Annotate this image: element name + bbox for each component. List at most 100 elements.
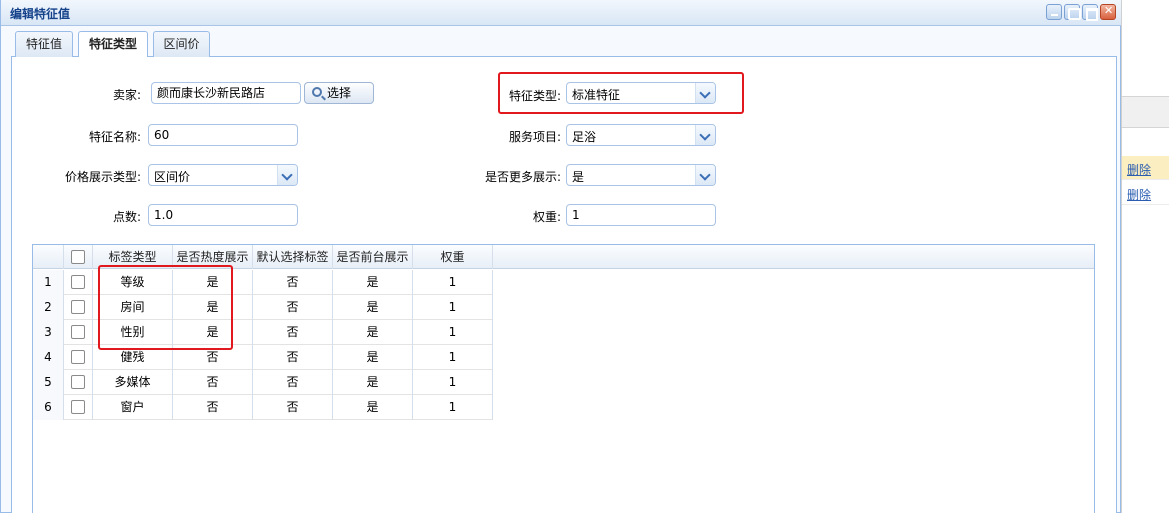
background-list: 删除 删除 — [1121, 0, 1169, 513]
row-number: 4 — [33, 345, 64, 370]
price-display-select[interactable]: 区间价 — [148, 164, 298, 186]
column-header[interactable]: 权重 — [413, 245, 493, 269]
more-display-label: 是否更多展示: — [484, 170, 561, 184]
row-checkbox[interactable] — [71, 324, 85, 339]
price-display-value: 区间价 — [154, 170, 191, 184]
row-number: 1 — [33, 270, 64, 295]
row-select-cell — [64, 295, 93, 320]
tab-strip: 特征值 特征类型 区间价 — [11, 29, 1117, 58]
minimize-icon[interactable] — [1046, 4, 1062, 20]
front-display-cell: 是 — [333, 345, 413, 370]
weight-field[interactable]: 1 — [566, 204, 716, 226]
search-icon — [312, 87, 322, 97]
weight-cell: 1 — [413, 295, 493, 320]
tag-grid: 标签类型 是否热度展示 默认选择标签 是否前台展示 权重 1 等级是否是 1 2 房间是… — [32, 244, 1095, 513]
default-select-cell: 否 — [253, 395, 333, 420]
row-select-cell — [64, 320, 93, 345]
hot-display-cell: 否 — [173, 370, 253, 395]
default-select-cell: 否 — [253, 345, 333, 370]
weight-cell: 1 — [413, 320, 493, 345]
background-row: 删除 — [1122, 181, 1169, 205]
default-select-cell: 否 — [253, 320, 333, 345]
dialog-titlebar[interactable]: 编辑特征值 — [1, 0, 1121, 26]
service-item-value: 足浴 — [572, 130, 597, 144]
row-checkbox[interactable] — [71, 399, 85, 414]
tag-type-cell: 性别 — [93, 320, 173, 345]
more-display-select[interactable]: 是 — [566, 164, 716, 186]
tag-type-cell: 等级 — [93, 270, 173, 295]
row-number: 2 — [33, 295, 64, 320]
maximize-icon[interactable] — [1082, 4, 1098, 21]
price-display-label: 价格展示类型: — [64, 170, 141, 184]
row-number: 3 — [33, 320, 64, 345]
front-display-cell: 是 — [333, 395, 413, 420]
tab-feature-type[interactable]: 特征类型 — [78, 31, 148, 58]
chevron-down-icon[interactable] — [695, 83, 715, 103]
table-row[interactable]: 6 窗户否否是 1 — [33, 395, 493, 420]
table-row[interactable]: 4 健残否否是 1 — [33, 345, 493, 370]
row-checkbox[interactable] — [71, 374, 85, 389]
chevron-down-icon[interactable] — [695, 125, 715, 145]
feature-name-label: 特征名称: — [88, 130, 141, 144]
service-item-select[interactable]: 足浴 — [566, 124, 716, 146]
tag-type-cell: 多媒体 — [93, 370, 173, 395]
weight-cell: 1 — [413, 345, 493, 370]
edit-feature-dialog: 编辑特征值 特征值 特征类型 区间价 卖家: 颜而康长沙新民路店 选择 特征类型… — [0, 0, 1121, 513]
points-label: 点数: — [112, 210, 141, 224]
tab-feature-value[interactable]: 特征值 — [15, 31, 73, 57]
row-checkbox[interactable] — [71, 274, 85, 289]
column-header[interactable]: 默认选择标签 — [253, 245, 333, 269]
row-select-cell — [64, 395, 93, 420]
hot-display-cell: 否 — [173, 395, 253, 420]
column-header[interactable]: 是否热度展示 — [173, 245, 253, 269]
row-checkbox[interactable] — [71, 349, 85, 364]
select-button[interactable]: 选择 — [304, 82, 374, 104]
points-field[interactable]: 1.0 — [148, 204, 298, 226]
feature-type-label: 特征类型: — [508, 89, 561, 103]
weight-label: 权重: — [532, 210, 561, 224]
restore-icon[interactable] — [1064, 4, 1081, 20]
seller-field[interactable]: 颜而康长沙新民路店 — [151, 82, 301, 104]
feature-name-field[interactable]: 60 — [148, 124, 298, 146]
row-checkbox[interactable] — [71, 299, 85, 314]
hot-display-cell: 是 — [173, 295, 253, 320]
weight-cell: 1 — [413, 395, 493, 420]
more-display-value: 是 — [572, 170, 585, 184]
row-number: 5 — [33, 370, 64, 395]
row-number: 6 — [33, 395, 64, 420]
service-item-label: 服务项目: — [508, 130, 561, 144]
background-row: 删除 — [1122, 156, 1169, 180]
select-all-checkbox[interactable] — [71, 249, 85, 264]
tab-range-price[interactable]: 区间价 — [153, 31, 210, 57]
grid-header: 标签类型 是否热度展示 默认选择标签 是否前台展示 权重 — [33, 245, 1094, 269]
hot-display-cell: 是 — [173, 320, 253, 345]
front-display-cell: 是 — [333, 295, 413, 320]
row-select-cell — [64, 370, 93, 395]
table-row[interactable]: 5 多媒体否否是 1 — [33, 370, 493, 395]
weight-cell: 1 — [413, 370, 493, 395]
column-header[interactable]: 标签类型 — [93, 245, 173, 269]
front-display-cell: 是 — [333, 370, 413, 395]
tag-type-cell: 窗户 — [93, 395, 173, 420]
row-select-cell — [64, 270, 93, 295]
background-list-header — [1122, 96, 1169, 128]
table-row[interactable]: 3 性别是否是 1 — [33, 320, 493, 345]
tag-type-cell: 房间 — [93, 295, 173, 320]
default-select-cell: 否 — [253, 370, 333, 395]
default-select-cell: 否 — [253, 295, 333, 320]
default-select-cell: 否 — [253, 270, 333, 295]
tag-type-cell: 健残 — [93, 345, 173, 370]
close-icon[interactable] — [1100, 4, 1116, 20]
table-row[interactable]: 1 等级是否是 1 — [33, 270, 493, 295]
row-number-header — [33, 245, 64, 269]
front-display-cell: 是 — [333, 270, 413, 295]
chevron-down-icon[interactable] — [277, 165, 297, 185]
delete-link[interactable]: 删除 — [1127, 186, 1151, 203]
table-row[interactable]: 2 房间是否是 1 — [33, 295, 493, 320]
column-header[interactable]: 是否前台展示 — [333, 245, 413, 269]
seller-label: 卖家: — [112, 88, 141, 102]
delete-link[interactable]: 删除 — [1127, 161, 1151, 178]
feature-type-select[interactable]: 标准特征 — [566, 82, 716, 104]
chevron-down-icon[interactable] — [695, 165, 715, 185]
dialog-title: 编辑特征值 — [10, 7, 71, 21]
